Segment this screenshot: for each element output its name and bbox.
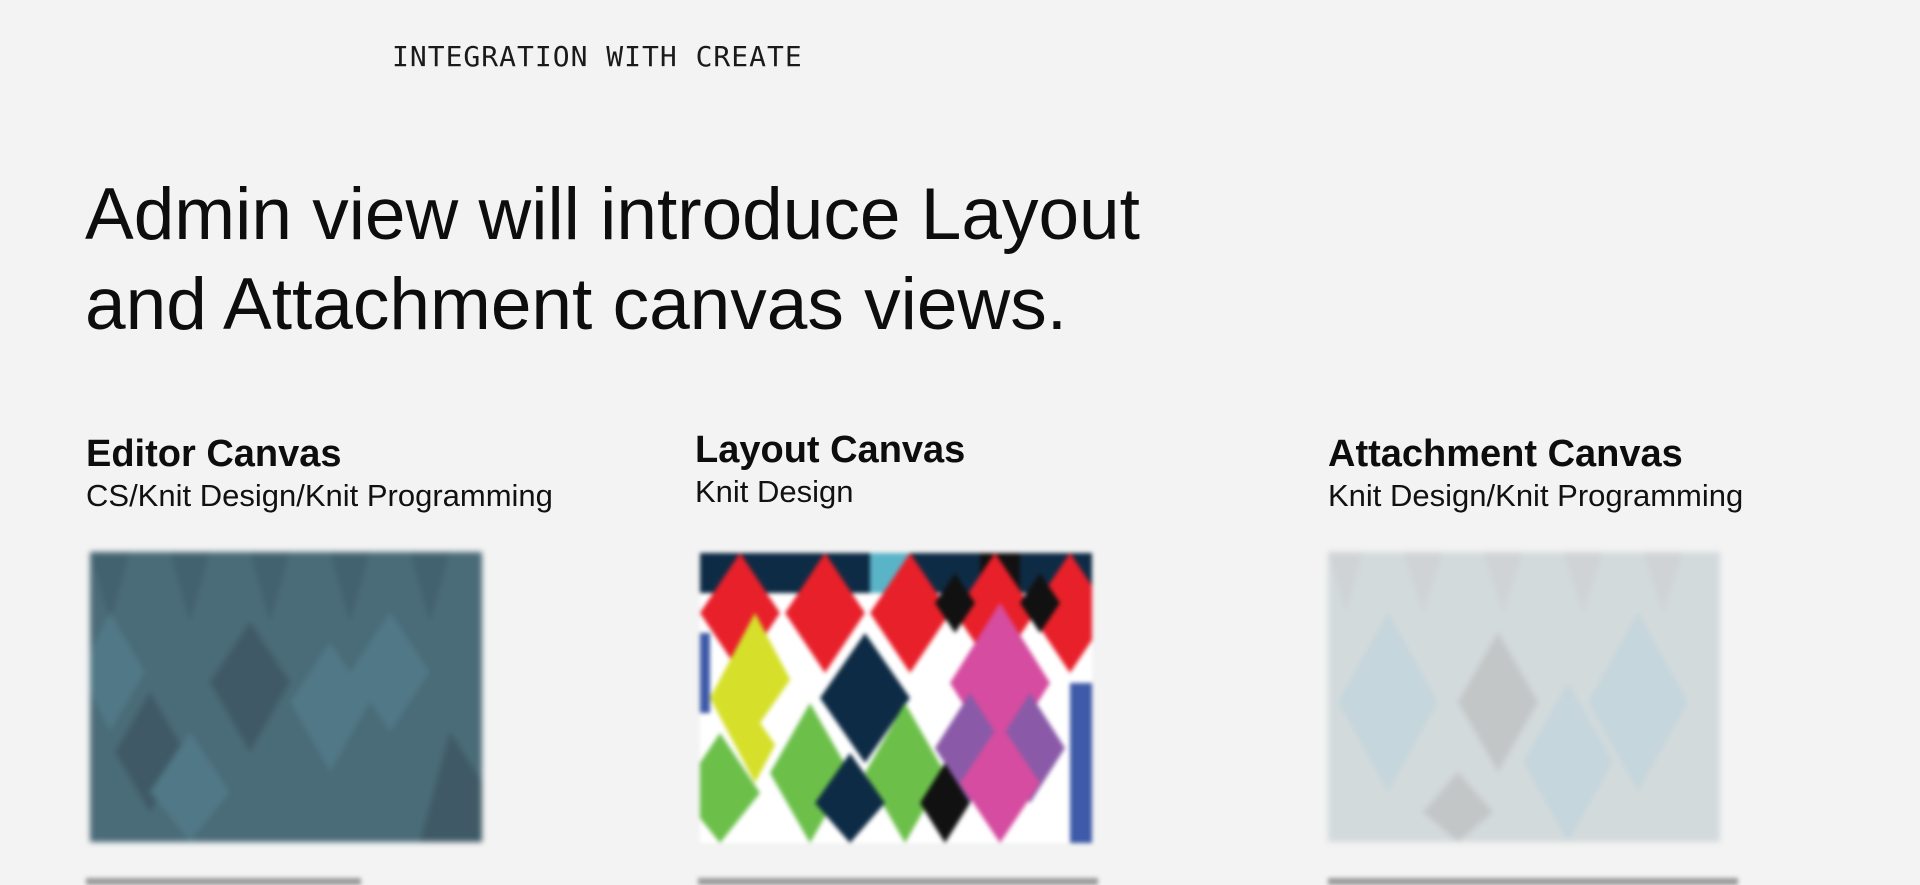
layout-canvas-title: Layout Canvas (695, 429, 966, 471)
headline-line-1: Admin view will introduce Layout (85, 174, 1140, 255)
attachment-canvas-title: Attachment Canvas (1328, 433, 1683, 475)
headline-line-2: and Attachment canvas views. (85, 264, 1067, 345)
attachment-canvas-thumbnail (1328, 552, 1720, 842)
attachment-canvas-subtitle: Knit Design/Knit Programming (1328, 478, 1744, 513)
layout-canvas-subtitle: Knit Design (695, 474, 854, 509)
layout-canvas-card: Layout Canvas Knit Design (695, 428, 965, 512)
editor-canvas-subtitle: CS/Knit Design/Knit Programming (86, 478, 553, 513)
layout-canvas-caption-fragment (698, 878, 1098, 885)
editor-canvas-thumbnail (90, 552, 482, 842)
editor-canvas-caption-fragment (86, 878, 361, 885)
editor-canvas-card: Editor Canvas CS/Knit Design/Knit Progra… (86, 432, 553, 516)
editor-canvas-title: Editor Canvas (86, 433, 342, 475)
attachment-canvas-card: Attachment Canvas Knit Design/Knit Progr… (1328, 432, 1743, 516)
attachment-canvas-caption-fragment (1328, 878, 1738, 885)
layout-canvas-thumbnail (700, 553, 1092, 843)
section-eyebrow: INTEGRATION WITH CREATE (392, 40, 803, 73)
page-headline: Admin view will introduce Layout and Att… (85, 170, 1285, 350)
